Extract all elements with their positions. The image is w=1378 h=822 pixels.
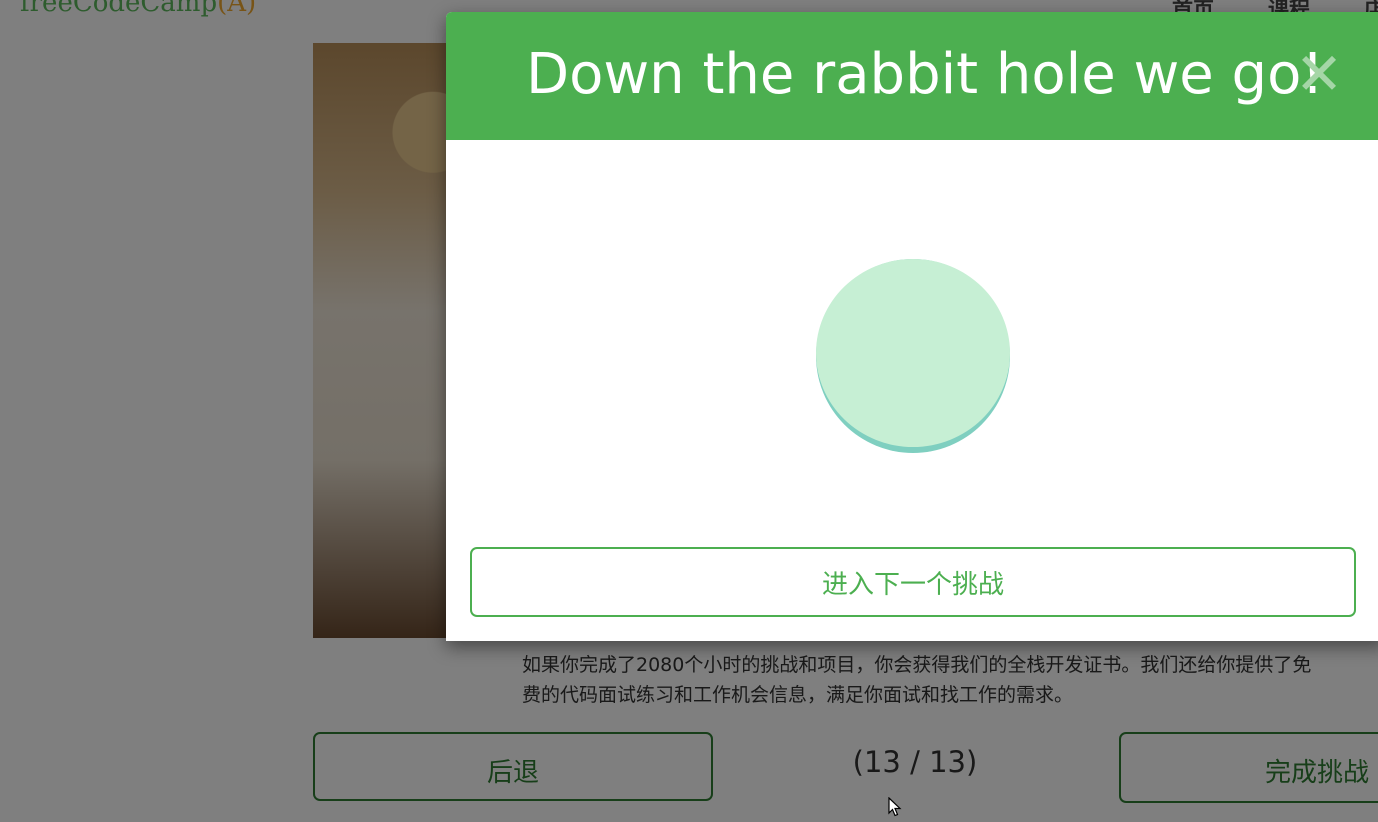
challenge-complete-modal: Down the rabbit hole we go! ✕ 进入下一个挑战 (446, 12, 1378, 641)
success-animation-circle (816, 259, 1010, 447)
modal-header: Down the rabbit hole we go! ✕ (446, 12, 1378, 140)
next-challenge-button[interactable]: 进入下一个挑战 (470, 547, 1356, 617)
close-icon[interactable]: ✕ (1294, 44, 1344, 104)
modal-title: Down the rabbit hole we go! (526, 42, 1324, 107)
mouse-cursor-icon (888, 797, 902, 817)
